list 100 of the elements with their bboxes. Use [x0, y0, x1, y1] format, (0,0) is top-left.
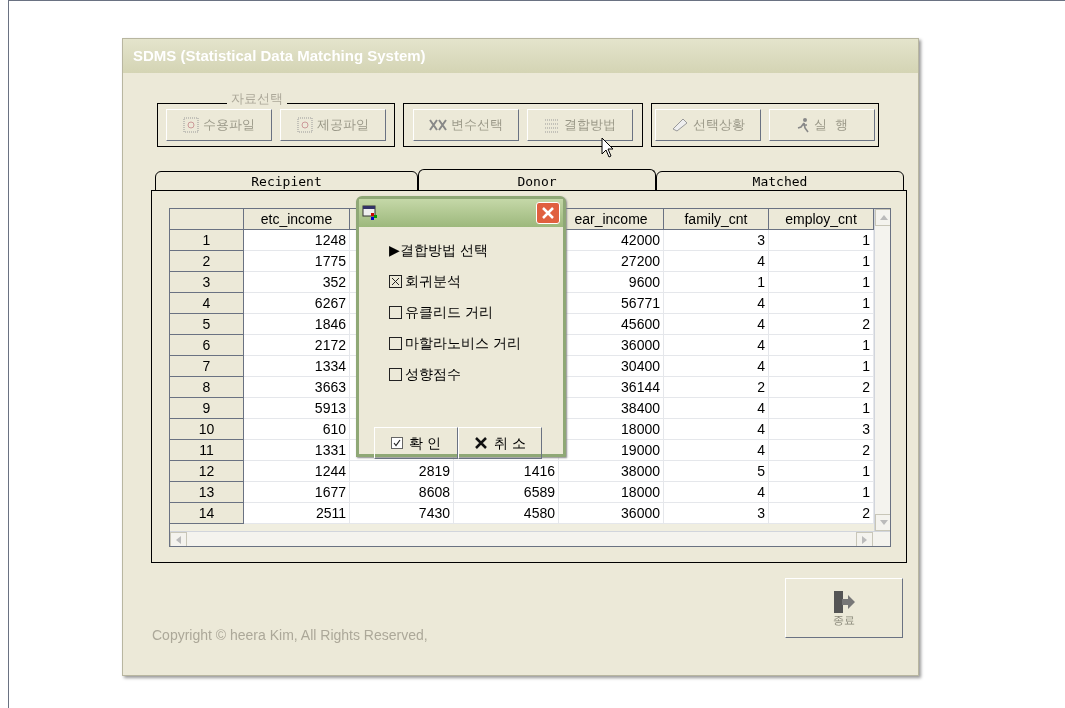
table-cell: 1	[769, 230, 874, 251]
table-cell: 38000	[559, 461, 664, 482]
table-cell: 1	[769, 461, 874, 482]
table-cell: 2	[769, 503, 874, 524]
table-cell: 18000	[559, 482, 664, 503]
column-header: employ_cnt	[769, 209, 874, 230]
checkbox-icon	[390, 437, 403, 449]
left-arrow-icon	[176, 536, 181, 544]
row-number: 10	[170, 419, 244, 440]
row-number: 3	[170, 272, 244, 293]
table-cell: 1244	[244, 461, 350, 482]
table-cell: 1	[769, 251, 874, 272]
table-cell: 6267	[244, 293, 350, 314]
table-cell: 2	[769, 314, 874, 335]
table-cell: 3	[664, 503, 769, 524]
table-cell: 3	[664, 230, 769, 251]
row-number: 2	[170, 251, 244, 272]
row-number: 14	[170, 503, 244, 524]
tab[interactable]: Donor	[418, 169, 656, 193]
table-cell: 4	[664, 440, 769, 461]
runner-icon	[795, 117, 810, 133]
app-icon	[362, 205, 378, 221]
option-label[interactable]: 유클리드 거리	[405, 301, 494, 323]
table-cell: 2	[769, 440, 874, 461]
close-button[interactable]	[536, 202, 560, 224]
file-icon	[183, 117, 199, 133]
file-icon	[297, 117, 313, 133]
ok-button[interactable]: 확 인	[374, 427, 458, 459]
table-cell: 4	[664, 356, 769, 377]
table-cell: 2	[664, 377, 769, 398]
table-cell: 4	[664, 293, 769, 314]
table-cell: 4	[664, 419, 769, 440]
table-cell: 4	[664, 314, 769, 335]
dialog-heading: ▶결합방법 선택	[389, 241, 490, 260]
copyright-text: Copyright © heera Kim, All Rights Reserved,	[152, 626, 428, 645]
cancel-button[interactable]: 취 소	[458, 427, 542, 459]
table-cell: 4	[664, 335, 769, 356]
option-label[interactable]: 회귀분석	[405, 270, 461, 292]
table-cell: 2172	[244, 335, 350, 356]
table-cell: 1	[769, 335, 874, 356]
table-cell: 352	[244, 272, 350, 293]
row-number: 11	[170, 440, 244, 461]
table-cell: 5	[664, 461, 769, 482]
table-cell: 6589	[454, 482, 559, 503]
table-cell: 4	[664, 482, 769, 503]
table-cell: 1846	[244, 314, 350, 335]
checkbox[interactable]	[389, 305, 402, 319]
row-number: 13	[170, 482, 244, 503]
table-cell: 3	[769, 419, 874, 440]
list-icon	[544, 117, 560, 133]
table-cell: 4580	[454, 503, 559, 524]
option-label[interactable]: 마할라노비스 거리	[405, 332, 522, 354]
table-cell: 8608	[350, 482, 454, 503]
option-label[interactable]: 성향점수	[405, 363, 461, 385]
table-cell: 1416	[454, 461, 559, 482]
table-cell: 5913	[244, 398, 350, 419]
exit-door-icon	[832, 590, 856, 613]
right-arrow-icon	[862, 536, 867, 544]
table-cell: 1775	[244, 251, 350, 272]
table-cell: 1	[769, 482, 874, 503]
column-header: family_cnt	[664, 209, 769, 230]
table-cell: 3663	[244, 377, 350, 398]
table-cell: 1	[769, 356, 874, 377]
table-cell: 610	[244, 419, 350, 440]
xx-icon	[429, 119, 447, 131]
table-cell: 19000	[559, 440, 664, 461]
tab[interactable]: Recipient	[155, 171, 418, 192]
x-icon	[473, 436, 488, 450]
row-number: 1	[170, 230, 244, 251]
up-arrow-icon	[879, 215, 888, 220]
row-number: 8	[170, 377, 244, 398]
table-cell: 7430	[350, 503, 454, 524]
table-cell: 1331	[244, 440, 350, 461]
row-number: 5	[170, 314, 244, 335]
column-header: etc_income	[244, 209, 350, 230]
table-cell: 1334	[244, 356, 350, 377]
table-cell: 1677	[244, 482, 350, 503]
table-cell: 1248	[244, 230, 350, 251]
close-icon	[542, 207, 554, 219]
checkbox[interactable]	[389, 336, 402, 350]
table-cell: 1	[769, 272, 874, 293]
table-cell: 36000	[559, 503, 664, 524]
table-cell: 1	[769, 398, 874, 419]
down-arrow-icon	[879, 520, 888, 525]
checkbox[interactable]	[389, 367, 402, 381]
row-number: 6	[170, 335, 244, 356]
tab[interactable]: Matched	[656, 171, 904, 192]
row-number: 7	[170, 356, 244, 377]
row-number: 9	[170, 398, 244, 419]
table-cell: 2511	[244, 503, 350, 524]
table-cell: 1	[769, 293, 874, 314]
window-title: SDMS (Statistical Data Matching System)	[133, 45, 426, 66]
pencil-icon	[671, 117, 689, 133]
table-cell: 4	[664, 398, 769, 419]
table-cell: 1	[664, 272, 769, 293]
row-number: 4	[170, 293, 244, 314]
row-number: 12	[170, 461, 244, 482]
checkbox[interactable]	[389, 274, 402, 288]
table-cell: 4	[664, 251, 769, 272]
table-cell: 2819	[350, 461, 454, 482]
